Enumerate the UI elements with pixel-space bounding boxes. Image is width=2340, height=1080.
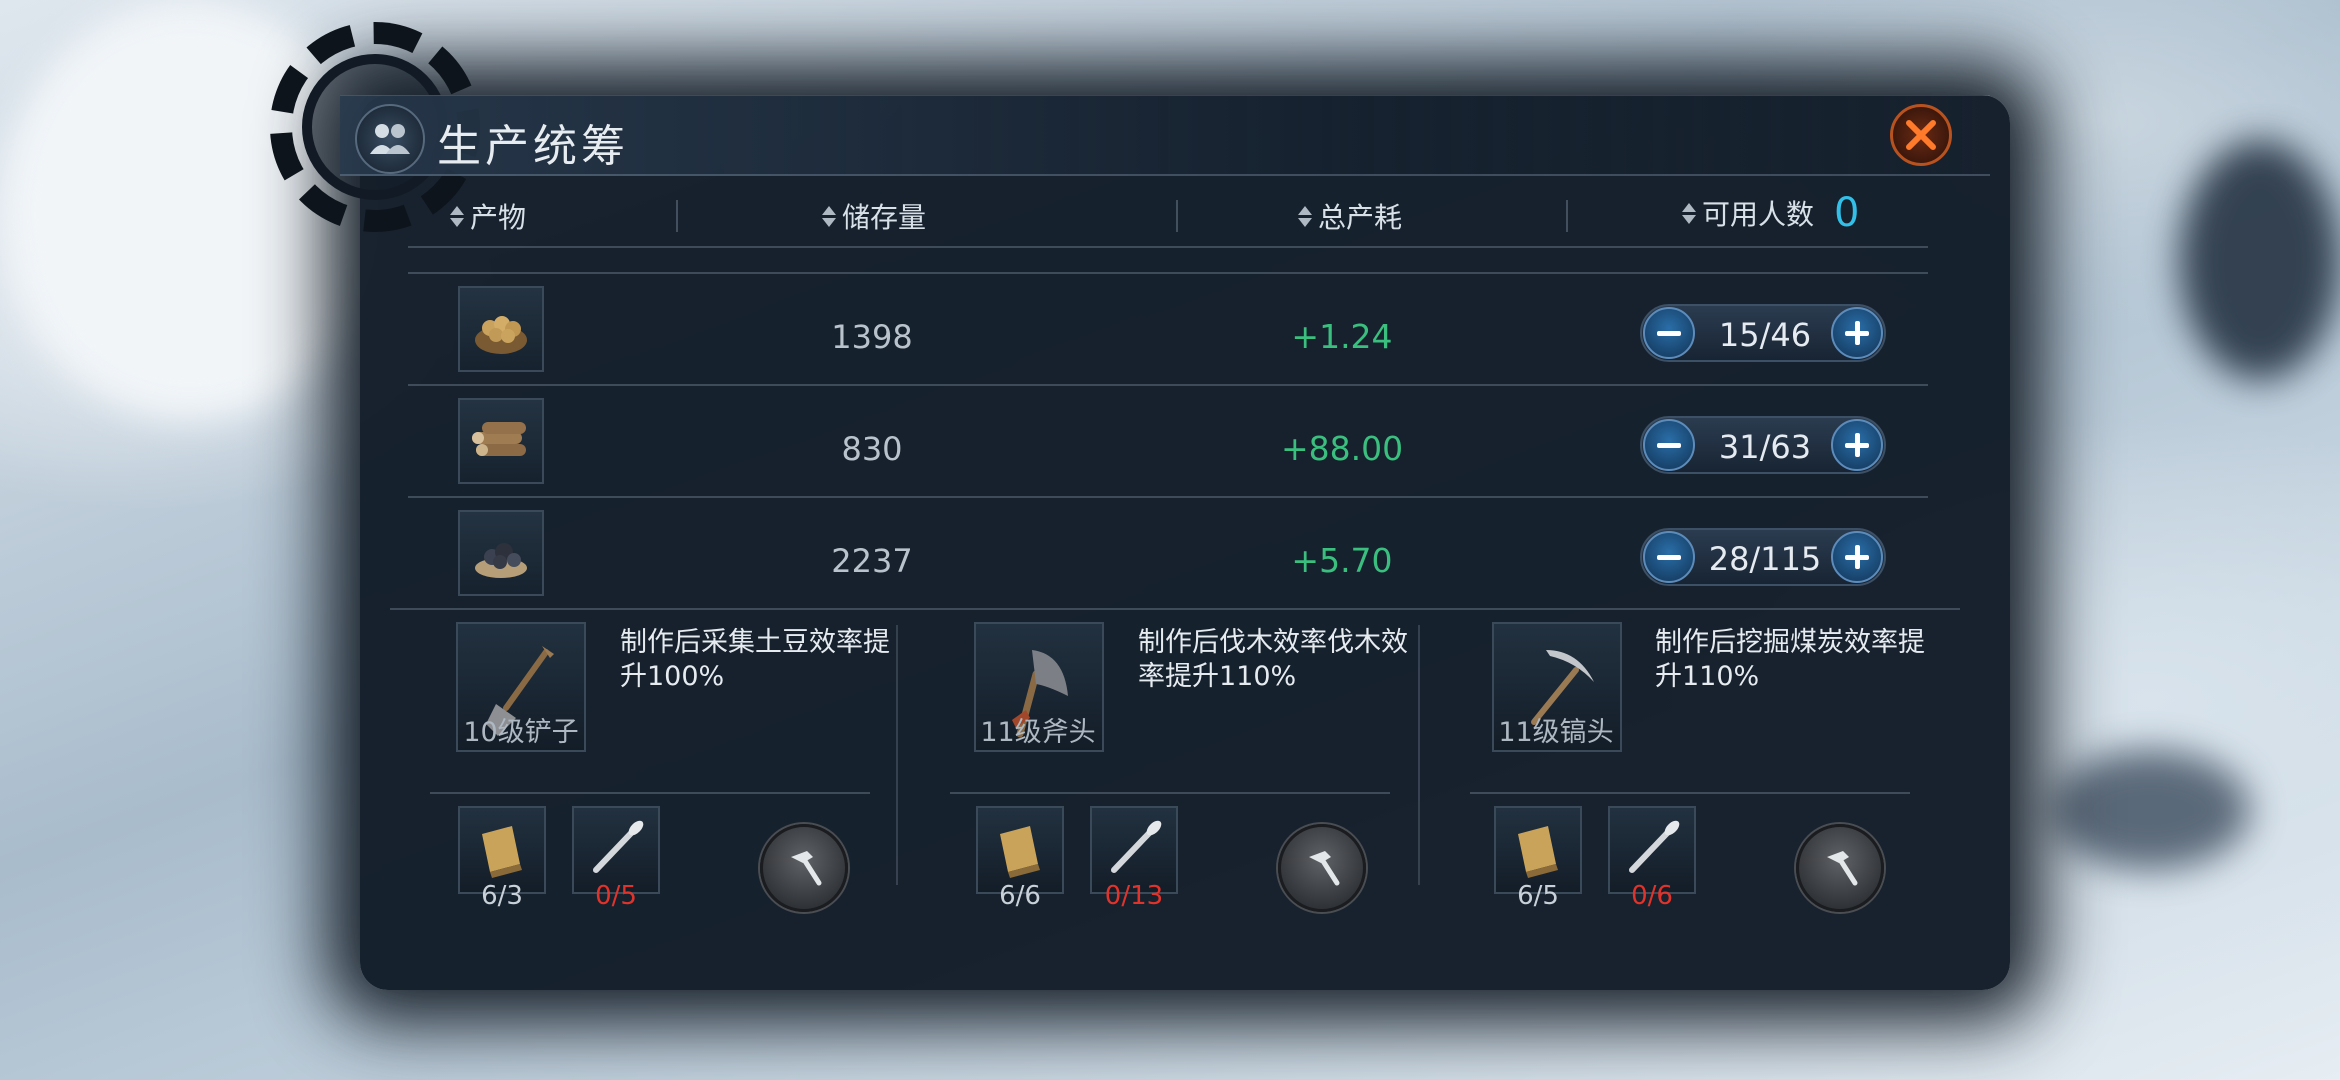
worker-stepper: 28/115	[1640, 528, 1886, 586]
nail-icon	[593, 820, 644, 873]
dark-rock	[2050, 750, 2250, 870]
worker-count: 15/46	[1718, 316, 1812, 354]
tool-description: 制作后挖掘煤炭效率提升110%	[1655, 627, 1925, 692]
tool-name: 11级镐头	[1498, 717, 1614, 748]
header-product[interactable]: 产物	[450, 196, 526, 236]
tool-description: 制作后伐木效率伐木效率提升110%	[1138, 627, 1408, 692]
sort-icon	[1298, 205, 1312, 227]
rate-value: +1.24	[1291, 317, 1393, 356]
hammer-icon	[791, 851, 822, 886]
divider	[1566, 200, 1568, 232]
nail-icon	[1629, 820, 1680, 873]
craft-button[interactable]	[760, 824, 848, 912]
minus-button[interactable]	[1643, 307, 1695, 359]
hammer-icon	[1309, 851, 1340, 886]
material-count: 0/6	[1631, 881, 1673, 911]
close-button[interactable]	[1890, 104, 1952, 166]
worker-stepper: 15/46	[1640, 304, 1886, 362]
plus-button[interactable]	[1831, 419, 1883, 471]
nail-icon	[1111, 820, 1162, 873]
stock-value: 1398	[831, 318, 913, 356]
available-workers-count: 0	[1834, 190, 1860, 236]
tool-description: 制作后采集土豆效率提升100%	[620, 627, 890, 692]
tool-name: 10级铲子	[463, 717, 579, 748]
divider	[676, 200, 678, 232]
tool-divider	[430, 792, 870, 794]
minus-button[interactable]	[1643, 419, 1695, 471]
minus-button[interactable]	[1643, 531, 1695, 583]
header-consumption-label: 总产耗	[1318, 201, 1403, 234]
header-workers[interactable]: 可用人数 0	[1682, 190, 1859, 236]
potato-basket-icon	[458, 286, 544, 372]
header-stock-label: 储存量	[842, 201, 927, 234]
craft-button[interactable]	[1278, 824, 1366, 912]
sort-icon	[822, 205, 836, 227]
header-workers-label: 可用人数	[1702, 198, 1815, 231]
material-count: 6/6	[999, 881, 1041, 911]
wood-plank-icon	[482, 826, 522, 878]
material-count: 6/5	[1517, 881, 1559, 911]
dark-rock	[2180, 140, 2340, 380]
wood-plank-icon	[1000, 826, 1040, 878]
close-icon	[1906, 120, 1936, 150]
material-count: 6/3	[481, 881, 523, 911]
hammer-icon	[1827, 851, 1858, 886]
sort-icon	[1682, 202, 1696, 224]
header-consumption[interactable]: 总产耗	[1298, 196, 1402, 236]
wood-logs-icon	[458, 398, 544, 484]
coal-pile-icon	[458, 510, 544, 596]
worker-stepper: 31/63	[1640, 416, 1886, 474]
page-title: 生产统筹	[437, 121, 629, 172]
sort-icon	[450, 205, 464, 227]
tool-name: 11级斧头	[980, 717, 1096, 748]
tool-divider	[1470, 792, 1910, 794]
divider	[1176, 200, 1178, 232]
row-divider	[408, 384, 1928, 386]
plus-button[interactable]	[1831, 531, 1883, 583]
row-divider	[408, 272, 1928, 274]
worker-count: 28/115	[1708, 540, 1822, 578]
stock-value: 2237	[831, 542, 913, 580]
row-divider	[408, 246, 1928, 248]
craft-button[interactable]	[1796, 824, 1884, 912]
header-stock[interactable]: 储存量	[822, 196, 926, 236]
material-count: 0/5	[595, 881, 637, 911]
rate-value: +88.00	[1280, 429, 1404, 468]
header-product-label: 产物	[470, 201, 527, 234]
wood-plank-icon	[1518, 826, 1558, 878]
row-divider	[408, 496, 1928, 498]
stock-value: 830	[841, 430, 903, 468]
rate-value: +5.70	[1291, 541, 1393, 580]
plus-button[interactable]	[1831, 307, 1883, 359]
material-count: 0/13	[1104, 881, 1164, 911]
people-icon	[355, 104, 425, 174]
worker-count: 31/63	[1718, 428, 1812, 466]
tool-divider	[950, 792, 1390, 794]
section-divider	[390, 608, 1960, 610]
